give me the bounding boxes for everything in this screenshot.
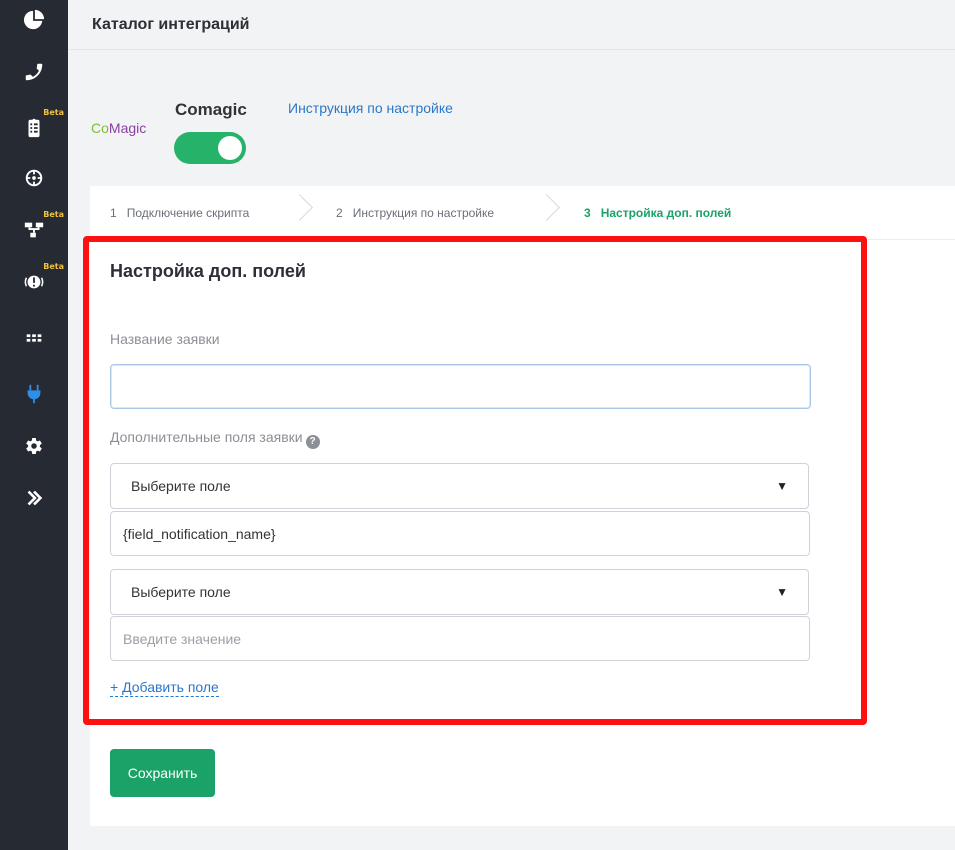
sidebar-item-calls[interactable] [0,52,68,92]
settings-card: 1 Подключение скрипта 2 Инструкция по на… [90,186,955,826]
field-value-2[interactable]: Введите значение [110,616,810,661]
integration-name: Comagic [175,100,247,119]
dropdown-arrow-icon: ▼ [776,585,788,599]
extra-fields-label: Дополнительные поля заявки? [110,429,320,449]
request-name-input[interactable] [110,364,811,409]
pie-chart-icon [23,9,45,30]
beta-badge: Beta [43,262,64,271]
sidebar-item-tasks[interactable]: Beta [0,108,68,148]
clipboard-icon [28,118,40,138]
field-value-1[interactable]: {field_notification_name} [110,511,810,556]
integration-toggle[interactable] [174,132,246,164]
field-select-2-value: Выберите поле [131,584,231,600]
beta-badge: Beta [43,210,64,219]
field-select-1-value: Выберите поле [131,478,231,494]
sidebar-item-settings[interactable] [0,426,68,466]
save-button[interactable]: Сохранить [110,749,215,797]
sidebar-item-structure[interactable]: Beta [0,210,68,250]
section-title: Настройка доп. полей [110,261,306,281]
beta-badge: Beta [43,108,64,117]
dropdown-arrow-icon: ▼ [776,479,788,493]
sitemap-icon [24,222,44,238]
step-1[interactable]: 1 Подключение скрипта [110,206,249,220]
double-chevron-right-icon [27,490,43,506]
apps-grid-icon [26,334,42,342]
top-bar: Каталог интеграций [68,0,955,50]
field-select-1[interactable]: Выберите поле ▼ [110,463,809,509]
crosshair-icon [25,169,43,187]
comagic-logo: CoMagic [91,120,147,136]
step-3[interactable]: 3 Настройка доп. полей [584,206,731,220]
page-title: Каталог интеграций [92,16,250,33]
step-separator [537,194,567,224]
gear-icon [26,438,42,454]
sidebar-item-integrations[interactable] [0,374,68,414]
instruction-link[interactable]: Инструкция по настройке [288,100,453,116]
sidebar-item-analytics[interactable] [0,0,68,40]
sidebar-item-apps[interactable] [0,318,68,358]
plug-icon [27,384,41,404]
toggle-knob [218,136,242,160]
steps-bar: 1 Подключение скрипта 2 Инструкция по на… [90,186,955,240]
phone-icon [25,63,43,81]
sidebar-item-targets[interactable] [0,158,68,198]
sidebar-expand[interactable] [0,478,68,518]
step-2[interactable]: 2 Инструкция по настройке [336,206,494,220]
request-name-label: Название заявки [110,331,220,347]
field-select-2[interactable]: Выберите поле ▼ [110,569,809,615]
sidebar: Beta Beta Beta [0,0,68,850]
alert-icon [24,275,44,289]
add-field-link[interactable]: + Добавить поле [110,678,219,697]
help-icon[interactable]: ? [305,435,320,449]
step-separator [290,194,320,224]
sidebar-item-alerts[interactable]: Beta [0,262,68,302]
